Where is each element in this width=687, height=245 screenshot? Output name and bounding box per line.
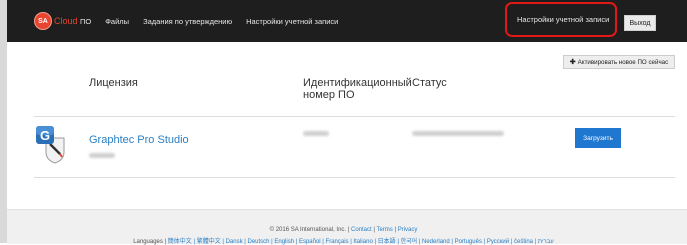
left-frame-edge (0, 0, 7, 243)
column-header-license: Лицензия (89, 77, 138, 89)
language-links[interactable]: 簡体中文 | 繁體中文 | Dansk | Deutsch | English … (168, 239, 554, 245)
sa-cloud-logo[interactable]: SA Cloud (34, 12, 78, 30)
footer-languages-line: Languages | 簡体中文 | 繁體中文 | Dansk | Deutsc… (0, 236, 687, 245)
footer-copyright-line: © 2016 SA International, Inc. | Contact … (0, 227, 687, 233)
column-header-software-id: Идентификационный номер ПО (303, 77, 413, 101)
activate-label: Активировать новое ПО сейчас (577, 58, 669, 66)
product-name-link[interactable]: Graphtec Pro Studio (89, 134, 189, 146)
copyright-text: © 2016 SA International, Inc. | (269, 227, 350, 233)
footer-separator: | (394, 227, 397, 233)
languages-label: Languages | (133, 239, 167, 245)
plus-icon: ✚ (569, 59, 576, 66)
contact-link[interactable]: Contact (351, 227, 372, 233)
table-divider-bottom (34, 177, 675, 178)
main-nav: ПО Файлы Задания по утверждению Настройк… (80, 12, 352, 30)
software-id-blurred (303, 131, 329, 136)
activate-software-button[interactable]: ✚ Активировать новое ПО сейчас (563, 55, 675, 69)
download-button[interactable]: Загрузить (575, 128, 621, 148)
highlight-annotation (505, 2, 617, 37)
graphtec-app-icon: G (34, 124, 68, 164)
column-header-software-id-line2: номер ПО (303, 89, 355, 101)
product-license-blurred (89, 153, 115, 158)
logout-button[interactable]: Выход (624, 15, 656, 31)
nav-software[interactable]: ПО (80, 17, 91, 26)
logo-badge-icon: SA (34, 12, 52, 30)
privacy-link[interactable]: Privacy (398, 227, 418, 233)
column-header-software-id-line1: Идентификационный (303, 77, 412, 89)
terms-link[interactable]: Terms (376, 227, 392, 233)
nav-approval-tasks[interactable]: Задания по утверждению (143, 17, 232, 26)
logo-cloud-text: Cloud (54, 16, 78, 26)
table-divider-top (34, 116, 675, 117)
footer-separator: | (373, 227, 375, 233)
nav-account-settings[interactable]: Настройки учетной записи (246, 17, 338, 26)
status-blurred (412, 131, 504, 136)
svg-text:G: G (40, 128, 50, 143)
nav-files[interactable]: Файлы (105, 17, 129, 26)
column-header-status: Статус (412, 77, 447, 89)
